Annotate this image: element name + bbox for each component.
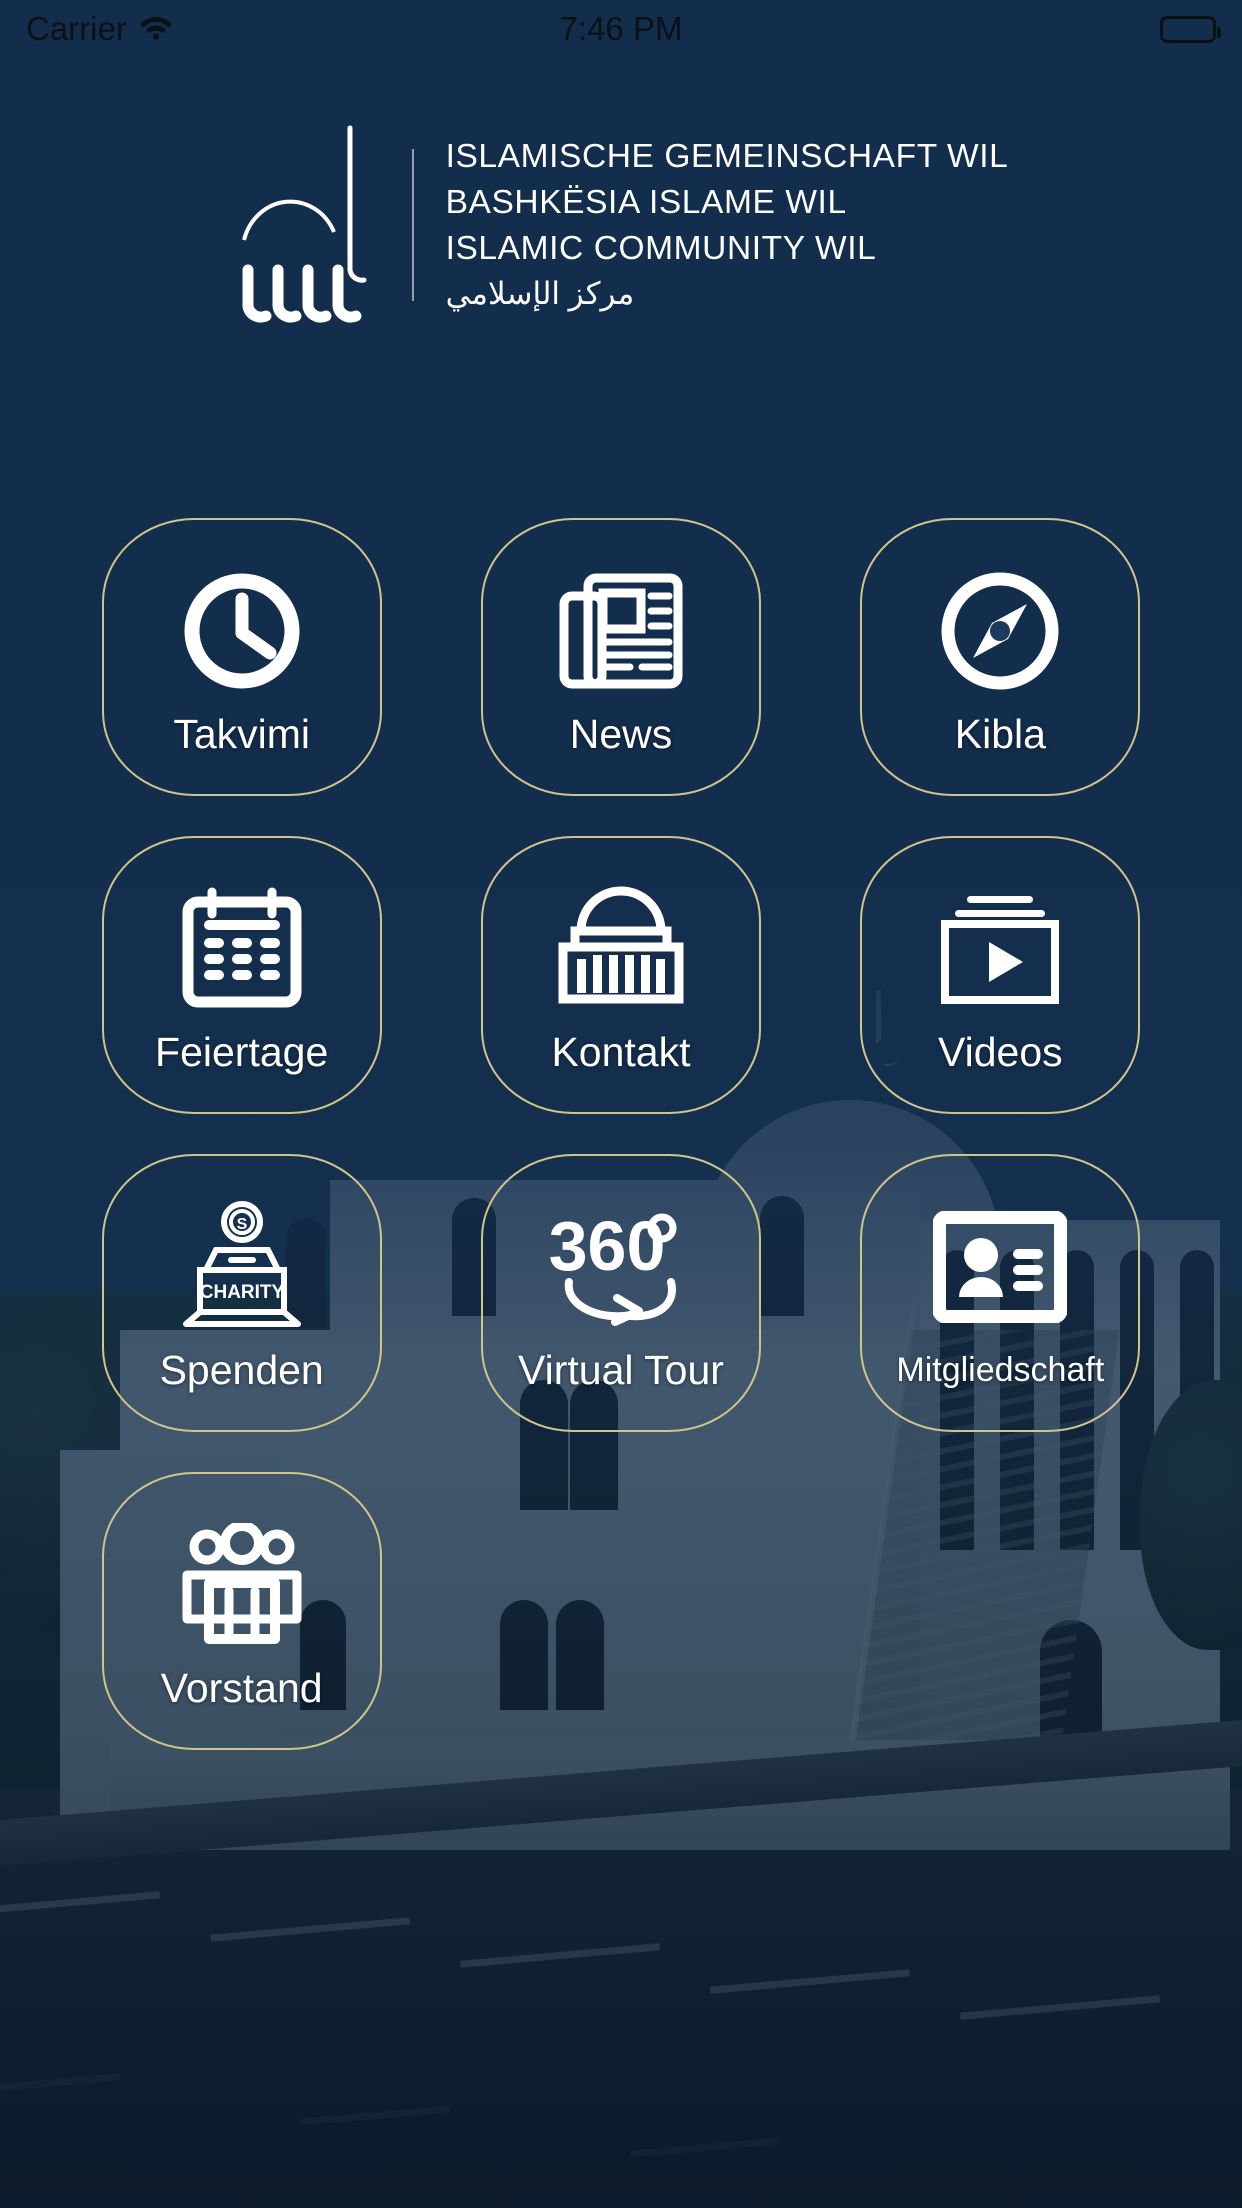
clock-icon [162, 556, 322, 706]
tile-virtual-tour[interactable]: 360 Virtual Tour [480, 1154, 761, 1432]
newspaper-icon [541, 556, 701, 706]
tile-label: Feiertage [155, 1029, 329, 1075]
carrier-label: Carrier [26, 10, 127, 47]
title-albanian: BASHKËSIA ISLAME WIL [445, 184, 847, 221]
tile-kontakt[interactable]: Kontakt [480, 836, 761, 1114]
status-time: 7:46 PM [559, 10, 683, 47]
tile-kibla[interactable]: Kibla [860, 518, 1141, 796]
video-play-icon [920, 874, 1080, 1024]
wifi-icon [139, 10, 173, 48]
svg-text:S: S [236, 1216, 247, 1233]
mosque-logo-icon [234, 120, 384, 330]
compass-icon [920, 556, 1080, 706]
360-degree-icon: 360 [541, 1192, 701, 1342]
calendar-icon [162, 874, 322, 1024]
tile-label: Kibla [954, 711, 1046, 757]
id-card-icon [920, 1192, 1080, 1342]
tile-label: Virtual Tour [518, 1347, 724, 1393]
charity-box-icon: S CHARITY [162, 1192, 322, 1342]
tile-label: Spenden [159, 1347, 324, 1393]
tile-vorstand[interactable]: Vorstand [101, 1472, 382, 1750]
tile-label: Kontakt [551, 1029, 691, 1075]
tile-spenden[interactable]: S CHARITY Spenden [101, 1154, 382, 1432]
360-text: 360 [549, 1207, 666, 1285]
mosque-building-icon [541, 874, 701, 1024]
tile-label: Videos [938, 1029, 1063, 1075]
tile-label: Takvimi [173, 711, 310, 757]
tile-label: News [569, 711, 673, 757]
tile-takvimi[interactable]: Takvimi [101, 518, 382, 796]
tile-label: Mitgliedschaft [896, 1351, 1105, 1389]
tile-videos[interactable]: Videos [860, 836, 1141, 1114]
header-divider [411, 149, 414, 301]
app-screen: Carrier 7:46 PM ISLAMISCHE GEMEINSCHAFT … [0, 0, 1242, 2208]
tile-news[interactable]: News [480, 518, 761, 796]
title-english: ISLAMIC COMMUNITY WIL [445, 230, 877, 267]
group-people-icon [162, 1510, 322, 1660]
menu-grid: Takvimi News Kibla Feiertage Kontakt Vid… [0, 518, 1242, 1750]
title-arabic: مركز الإسلامي [445, 276, 635, 311]
tile-mitgliedschaft[interactable]: Mitgliedschaft [860, 1154, 1141, 1432]
header-titles: ISLAMISCHE GEMEINSCHAFT WIL BASHKËSIA IS… [446, 134, 1009, 316]
tile-label: Vorstand [160, 1665, 323, 1711]
title-german: ISLAMISCHE GEMEINSCHAFT WIL [445, 138, 1009, 175]
status-bar: Carrier 7:46 PM [0, 0, 1242, 58]
tile-feiertage[interactable]: Feiertage [101, 836, 382, 1114]
app-header: ISLAMISCHE GEMEINSCHAFT WIL BASHKËSIA IS… [0, 120, 1242, 330]
battery-full-icon [1160, 15, 1221, 43]
charity-box-text: CHARITY [199, 1282, 284, 1303]
